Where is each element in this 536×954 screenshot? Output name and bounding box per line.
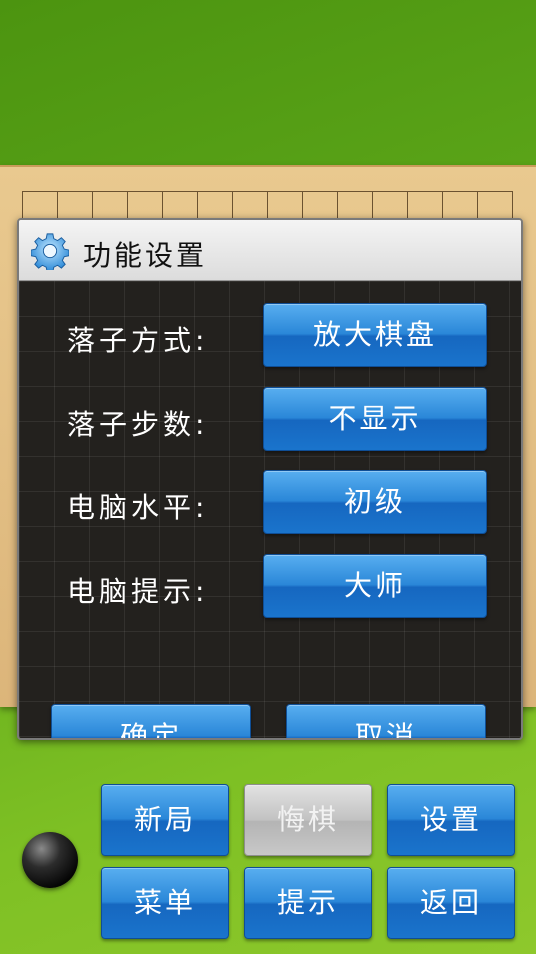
ai-level-label: 电脑水平: — [67, 491, 209, 524]
move-count-button[interactable]: 不显示 — [263, 387, 487, 451]
ai-level-button[interactable]: 初级 — [263, 470, 487, 534]
ai-hint-button[interactable]: 大师 — [263, 554, 487, 618]
black-stone-icon — [22, 832, 78, 888]
placement-mode-label: 落子方式: — [67, 324, 209, 357]
gear-icon — [31, 233, 69, 270]
move-count-label: 落子步数: — [67, 408, 209, 441]
settings-button[interactable]: 设置 — [387, 784, 515, 856]
cancel-button[interactable]: 取消 — [286, 704, 486, 738]
settings-dialog: 功能设置 落子方式: 放大棋盘 落子步数: 不显示 电脑水平: 初级 电脑提示:… — [17, 218, 523, 740]
confirm-button[interactable]: 确定 — [51, 704, 251, 738]
back-button[interactable]: 返回 — [387, 867, 515, 939]
new-game-button[interactable]: 新局 — [101, 784, 229, 856]
menu-button[interactable]: 菜单 — [101, 867, 229, 939]
dialog-body: 落子方式: 放大棋盘 落子步数: 不显示 电脑水平: 初级 电脑提示: 大师 确… — [19, 281, 521, 738]
ai-hint-label: 电脑提示: — [67, 575, 209, 608]
hint-button[interactable]: 提示 — [244, 867, 372, 939]
dialog-title: 功能设置 — [83, 239, 208, 272]
placement-mode-button[interactable]: 放大棋盘 — [263, 303, 487, 367]
dialog-header: 功能设置 — [19, 220, 521, 281]
undo-button[interactable]: 悔棋 — [244, 784, 372, 856]
